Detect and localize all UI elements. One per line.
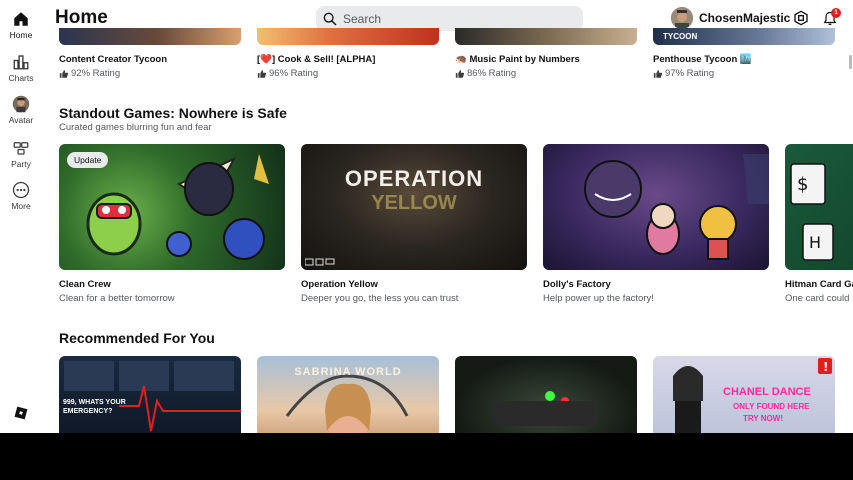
sidebar-item-more[interactable]: More (0, 181, 42, 211)
game-description: Clean for a better tomorrow (59, 293, 175, 304)
platform-icons (305, 258, 335, 266)
game-title[interactable]: [❤️] Cook & Sell! [ALPHA] (257, 54, 375, 65)
game-thumbnail: 999, WHATS YOUR EMERGENCY? (59, 356, 241, 433)
game-card-hitman[interactable]: $ H Hitman Card Ga One card could (785, 144, 853, 309)
sidebar-item-label: Home (9, 30, 33, 40)
section-title-standout[interactable]: Standout Games: Nowhere is Safe (59, 105, 287, 121)
sidebar-item-home[interactable]: Home (0, 10, 42, 40)
dollys-factory-artwork (584, 154, 769, 260)
game-thumbnail[interactable]: TYCOON (653, 28, 835, 45)
game-card-operation-yellow[interactable]: OPERATION YELLOW Operation Yellow Deeper… (301, 144, 527, 309)
roblox-logo-icon[interactable] (14, 406, 28, 420)
game-thumbnail[interactable] (59, 28, 241, 45)
game-card-dollys-factory[interactable]: Dolly's Factory Help power up the factor… (543, 144, 769, 309)
roblox-app: Home Charts Avatar Party More Home Searc… (0, 0, 853, 433)
home-icon (14, 12, 28, 26)
avatar[interactable] (671, 7, 693, 29)
sidebar-item-charts[interactable]: Charts (0, 53, 42, 83)
more-icon (12, 181, 30, 199)
dark-scene-artwork (495, 391, 595, 426)
avatar-icon (12, 95, 30, 113)
game-rating: 96% Rating (257, 68, 318, 79)
party-icon (13, 142, 29, 155)
game-thumbnail (543, 144, 769, 270)
game-card-recommended[interactable] (455, 356, 637, 433)
emergency-artwork (64, 361, 241, 432)
game-card-recommended[interactable]: ! CHANEL DANCE ONLY FOUND HERE TRY NOW! (653, 356, 835, 433)
game-card-clean-crew[interactable]: Update Clean Crew Clean for a better tom… (59, 144, 285, 309)
game-description: Deeper you go, the less you can trust (301, 293, 459, 304)
game-thumbnail: OPERATION YELLOW (301, 144, 527, 270)
thumbnail-text: CHANEL DANCE (723, 386, 811, 398)
section-subtitle: Curated games blurring fun and fear (59, 122, 212, 133)
thumbnail-text: TYCOON (663, 32, 698, 41)
game-thumbnail: ! CHANEL DANCE ONLY FOUND HERE TRY NOW! (653, 356, 835, 433)
notification-badge: 1 (831, 8, 841, 18)
game-rating: 92% Rating (59, 68, 120, 79)
game-title[interactable]: 🦔 Music Paint by Numbers (455, 54, 580, 65)
game-card-recommended[interactable]: SABRINA WORLD (257, 356, 439, 433)
game-rating: 86% Rating (455, 68, 516, 79)
thumbnail-text: SABRINA WORLD (294, 366, 402, 378)
sidebar-item-party[interactable]: Party (0, 139, 42, 169)
thumbs-up-icon (59, 69, 69, 78)
scrollbar[interactable] (849, 55, 852, 69)
game-title[interactable]: Penthouse Tycoon 🏙️ (653, 54, 752, 65)
search-icon (323, 12, 337, 26)
thumbnail-text: 999, WHATS YOUR EMERGENCY? (63, 399, 126, 415)
game-rating: 97% Rating (653, 68, 714, 79)
update-badge: Update (67, 152, 109, 168)
letterbox-bar (0, 433, 853, 480)
thumbnail-text: OPERATION (344, 166, 484, 191)
game-title[interactable]: Hitman Card Ga (785, 279, 853, 290)
thumbs-up-icon (455, 69, 465, 78)
section-title-recommended[interactable]: Recommended For You (59, 330, 215, 346)
game-thumbnail[interactable] (257, 28, 439, 45)
page-title: Home (55, 7, 108, 28)
game-thumbnail: $ H (785, 144, 853, 270)
sidebar-item-avatar[interactable]: Avatar (0, 95, 42, 125)
svg-text:H: H (809, 233, 821, 252)
game-description: Help power up the factory! (543, 293, 654, 304)
sidebar-item-label: Avatar (8, 115, 34, 125)
thumbnail-text: ONLY FOUND HERE (733, 402, 810, 411)
sidebar: Home Charts Avatar Party More (0, 0, 42, 433)
game-title[interactable]: Content Creator Tycoon (59, 54, 167, 65)
hitman-artwork: $ H (790, 163, 834, 261)
sidebar-item-label: Charts (8, 73, 34, 83)
charts-icon (13, 55, 29, 70)
thumbnail-text: YELLOW (371, 192, 457, 214)
game-description: One card could (785, 293, 850, 304)
game-thumbnail (455, 356, 637, 433)
username[interactable]: ChosenMajestic (699, 11, 790, 25)
thumbnail-text: TRY NOW! (743, 414, 783, 423)
sidebar-item-label: Party (11, 159, 31, 169)
svg-text:!: ! (823, 360, 828, 374)
avatar-image (671, 7, 693, 29)
game-title[interactable]: Operation Yellow (301, 279, 378, 290)
game-thumbnail[interactable] (455, 28, 637, 45)
game-thumbnail: SABRINA WORLD (257, 356, 439, 433)
svg-text:$: $ (797, 174, 808, 195)
search-input[interactable] (343, 11, 573, 26)
thumbs-up-icon (257, 69, 267, 78)
game-card-recommended[interactable]: 999, WHATS YOUR EMERGENCY? (59, 356, 241, 433)
game-title[interactable]: Dolly's Factory (543, 279, 611, 290)
user-profile[interactable]: ChosenMajestic (671, 7, 790, 29)
sidebar-item-label: More (11, 201, 31, 211)
thumbs-up-icon (653, 69, 663, 78)
game-title[interactable]: Clean Crew (59, 279, 111, 290)
robux-icon[interactable] (793, 10, 809, 26)
